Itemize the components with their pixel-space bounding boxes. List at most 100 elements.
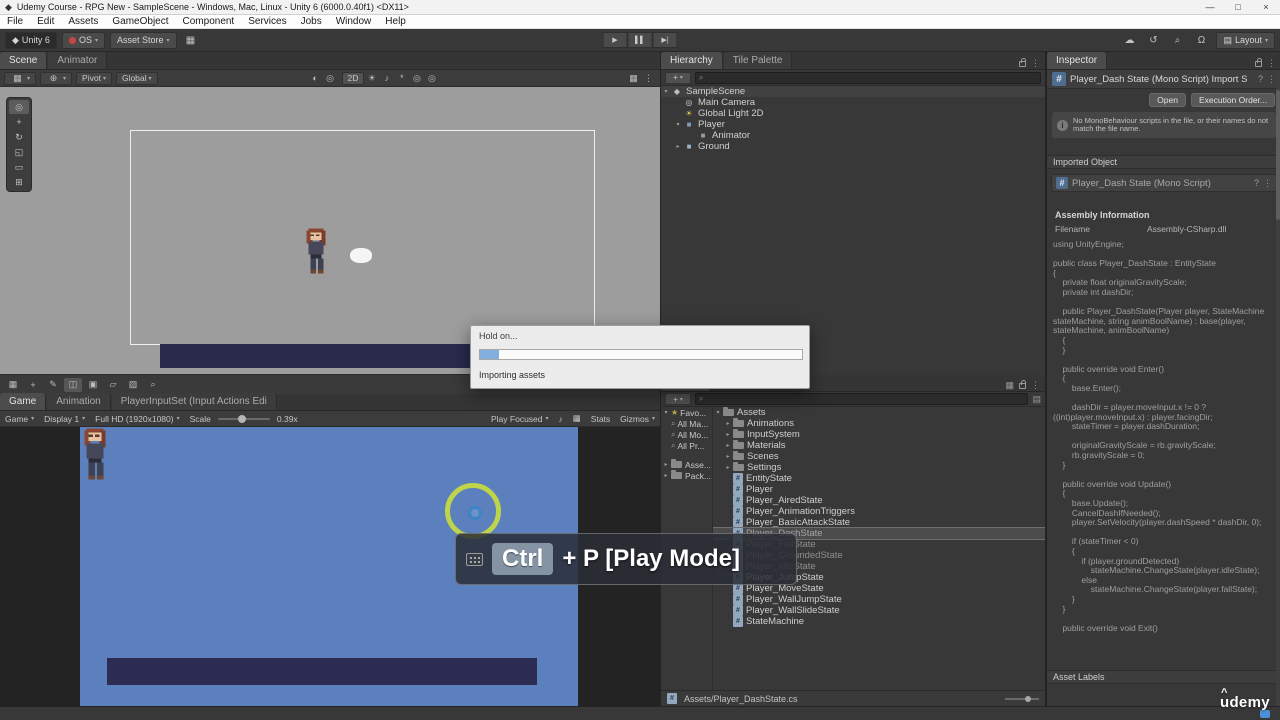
hierarchy-item-samplescene[interactable]: ▾ ◆ SampleScene <box>661 86 1045 97</box>
minimize-button[interactable]: — <box>1196 0 1224 14</box>
project-folder-materials[interactable]: ▸ Materials <box>713 440 1045 451</box>
pause-button[interactable]: ▌▌ <box>627 32 653 48</box>
execution-order-button[interactable]: Execution Order... <box>1190 93 1275 107</box>
menu-edit[interactable]: Edit <box>30 15 61 28</box>
menu-assets[interactable]: Assets <box>61 15 105 28</box>
project-folder-inputsystem[interactable]: ▸ InputSystem <box>713 429 1045 440</box>
snap-settings-dropdown[interactable]: ⊕ ▾ <box>40 71 73 85</box>
grid-toggle-icon[interactable]: ▦ <box>626 73 641 84</box>
tile-box-tool[interactable]: ◫ <box>64 377 82 392</box>
search-icon[interactable]: ⌕ <box>1167 32 1187 49</box>
expander-icon[interactable]: ▸ <box>723 453 733 460</box>
pivot-rotation-dropdown[interactable]: Global ▾ <box>115 71 158 85</box>
open-button[interactable]: Open <box>1149 93 1186 107</box>
scale-tool-button[interactable]: ◱ <box>9 145 29 159</box>
rotate-tool-button[interactable]: ↻ <box>9 130 29 144</box>
expander-icon[interactable]: ▾ <box>673 121 683 128</box>
maximize-button[interactable]: □ <box>1224 0 1252 14</box>
project-folder-scenes[interactable]: ▸ Scenes <box>713 451 1045 462</box>
tab-animator[interactable]: Animator <box>48 52 108 69</box>
inspector-scrollbar[interactable] <box>1276 70 1280 706</box>
vsync-icon[interactable]: ▦ <box>568 413 586 424</box>
kebab-menu-icon[interactable]: ⋮ <box>1031 58 1040 69</box>
tab-tile-palette[interactable]: Tile Palette <box>723 52 793 69</box>
hierarchy-search-input[interactable] <box>705 73 1037 82</box>
layout-dropdown[interactable]: ▤ Layout ▾ <box>1216 31 1275 49</box>
project-file-statemachine[interactable]: StateMachine <box>713 616 1045 627</box>
view-tool-button[interactable]: ◎ <box>9 100 29 114</box>
icon-size-knob[interactable] <box>1025 695 1032 702</box>
resolution-dropdown[interactable]: Full HD (1920x1080) ▾ <box>90 411 184 426</box>
grid-view-icon[interactable]: ▦ <box>1005 380 1014 391</box>
hierarchy-item-player[interactable]: ▾ ■ Player <box>661 119 1045 130</box>
kebab-menu-icon[interactable]: ⋮ <box>1267 58 1276 69</box>
add-gameobject-button[interactable]: + ▾ <box>665 71 691 84</box>
expander-icon[interactable]: ▾ <box>661 409 671 416</box>
asset-store-dropdown[interactable]: Asset Store ▾ <box>109 31 177 49</box>
expander-icon[interactable]: ▸ <box>673 143 683 150</box>
expander-icon[interactable]: ▸ <box>723 431 733 438</box>
tile-search-tool[interactable]: ⌕ <box>144 378 162 392</box>
close-button[interactable]: × <box>1252 0 1280 14</box>
display-dropdown[interactable]: Display 1 ▾ <box>39 411 90 426</box>
favorite-all-prefabs[interactable]: ⌕ All Pr... <box>661 440 712 451</box>
expander-icon[interactable]: ▾ <box>713 409 723 416</box>
favorite-all-materials[interactable]: ⌕ All Ma... <box>661 418 712 429</box>
project-file-entitystate[interactable]: EntityState <box>713 473 1045 484</box>
hierarchy-item-main-camera[interactable]: ◎ Main Camera <box>661 97 1045 108</box>
hierarchy-item-ground[interactable]: ▸ ■ Ground <box>661 141 1045 152</box>
tab-scene[interactable]: Scene <box>0 52 48 69</box>
project-search-input[interactable] <box>705 394 1025 404</box>
project-file-player-basicattackstate[interactable]: Player_BasicAttackState <box>713 517 1045 528</box>
effects-dropdown-icon[interactable]: * <box>394 73 409 83</box>
kebab-menu-icon[interactable]: ⋮ <box>1263 178 1272 189</box>
unity-version-button[interactable]: ◆ Unity 6 <box>5 31 57 49</box>
tile-picker-tool[interactable]: ▣ <box>84 378 102 392</box>
menu-window[interactable]: Window <box>329 15 379 28</box>
gizmos-dropdown[interactable]: Gizmos ▾ <box>615 414 660 424</box>
hierarchy-item-global-light[interactable]: ☀ Global Light 2D <box>661 108 1045 119</box>
cloud-icon[interactable]: ☁ <box>1119 32 1139 49</box>
menu-file[interactable]: File <box>0 15 30 28</box>
play-button[interactable]: ▶ <box>602 32 628 48</box>
2d-mode-button[interactable]: 2D <box>341 71 365 85</box>
kebab-menu-icon[interactable]: ⋮ <box>1267 74 1276 85</box>
console-notification-icon[interactable] <box>1260 710 1270 718</box>
project-file-player-walljumpstate[interactable]: Player_WallJumpState <box>713 594 1045 605</box>
hierarchy-item-animator[interactable]: ■ Animator <box>661 130 1045 141</box>
render-mode-icon[interactable]: ◎ <box>323 73 338 84</box>
undo-history-icon[interactable]: ↺ <box>1143 32 1163 49</box>
scene-visibility-icon[interactable]: ◎ <box>409 73 424 84</box>
grid-visibility-dropdown[interactable]: ▦ ▾ <box>4 71 37 85</box>
tab-animation[interactable]: Animation <box>47 393 111 410</box>
tab-playerinputset[interactable]: PlayerInputSet (Input Actions Edi <box>111 393 277 410</box>
project-folder-animations[interactable]: ▸ Animations <box>713 418 1045 429</box>
tile-eraser-tool[interactable]: ▱ <box>104 378 122 392</box>
favorite-all-models[interactable]: ⌕ All Mo... <box>661 429 712 440</box>
transform-tool-button[interactable]: ⊞ <box>9 175 29 189</box>
menu-gameobject[interactable]: GameObject <box>105 15 175 28</box>
play-focused-dropdown[interactable]: Play Focused ▾ <box>486 414 554 424</box>
tab-hierarchy[interactable]: Hierarchy <box>661 52 723 69</box>
tab-game[interactable]: Game <box>0 393 47 410</box>
project-file-player-animationtriggers[interactable]: Player_AnimationTriggers <box>713 506 1045 517</box>
my-assets-icon[interactable]: ▦ <box>181 32 201 49</box>
expander-icon[interactable]: ▸ <box>661 461 671 468</box>
icon-size-slider[interactable] <box>1005 695 1039 702</box>
expander-icon[interactable]: ▸ <box>723 442 733 449</box>
lock-icon[interactable] <box>1019 379 1026 389</box>
menu-jobs[interactable]: Jobs <box>294 15 329 28</box>
project-file-player-wallslidestate[interactable]: Player_WallSlideState <box>713 605 1045 616</box>
root-packages[interactable]: ▸ Pack... <box>661 470 712 481</box>
tile-select-tool[interactable]: ▦ <box>4 378 22 392</box>
overflow-menu-icon[interactable]: ⋮ <box>641 73 656 84</box>
audio-toggle-icon[interactable]: ♪ <box>379 73 394 83</box>
mute-audio-icon[interactable]: ♪ <box>554 414 568 424</box>
create-asset-button[interactable]: + ▾ <box>665 393 691 405</box>
tile-move-tool[interactable]: + <box>24 378 42 392</box>
game-view-dropdown[interactable]: Game ▾ <box>0 411 39 426</box>
scrollbar-thumb[interactable] <box>1276 90 1280 220</box>
tile-fill-tool[interactable]: ▨ <box>124 378 142 392</box>
lighting-toggle-icon[interactable]: ☀ <box>364 73 379 84</box>
shading-mode-icon[interactable]: ◐ <box>308 73 323 83</box>
